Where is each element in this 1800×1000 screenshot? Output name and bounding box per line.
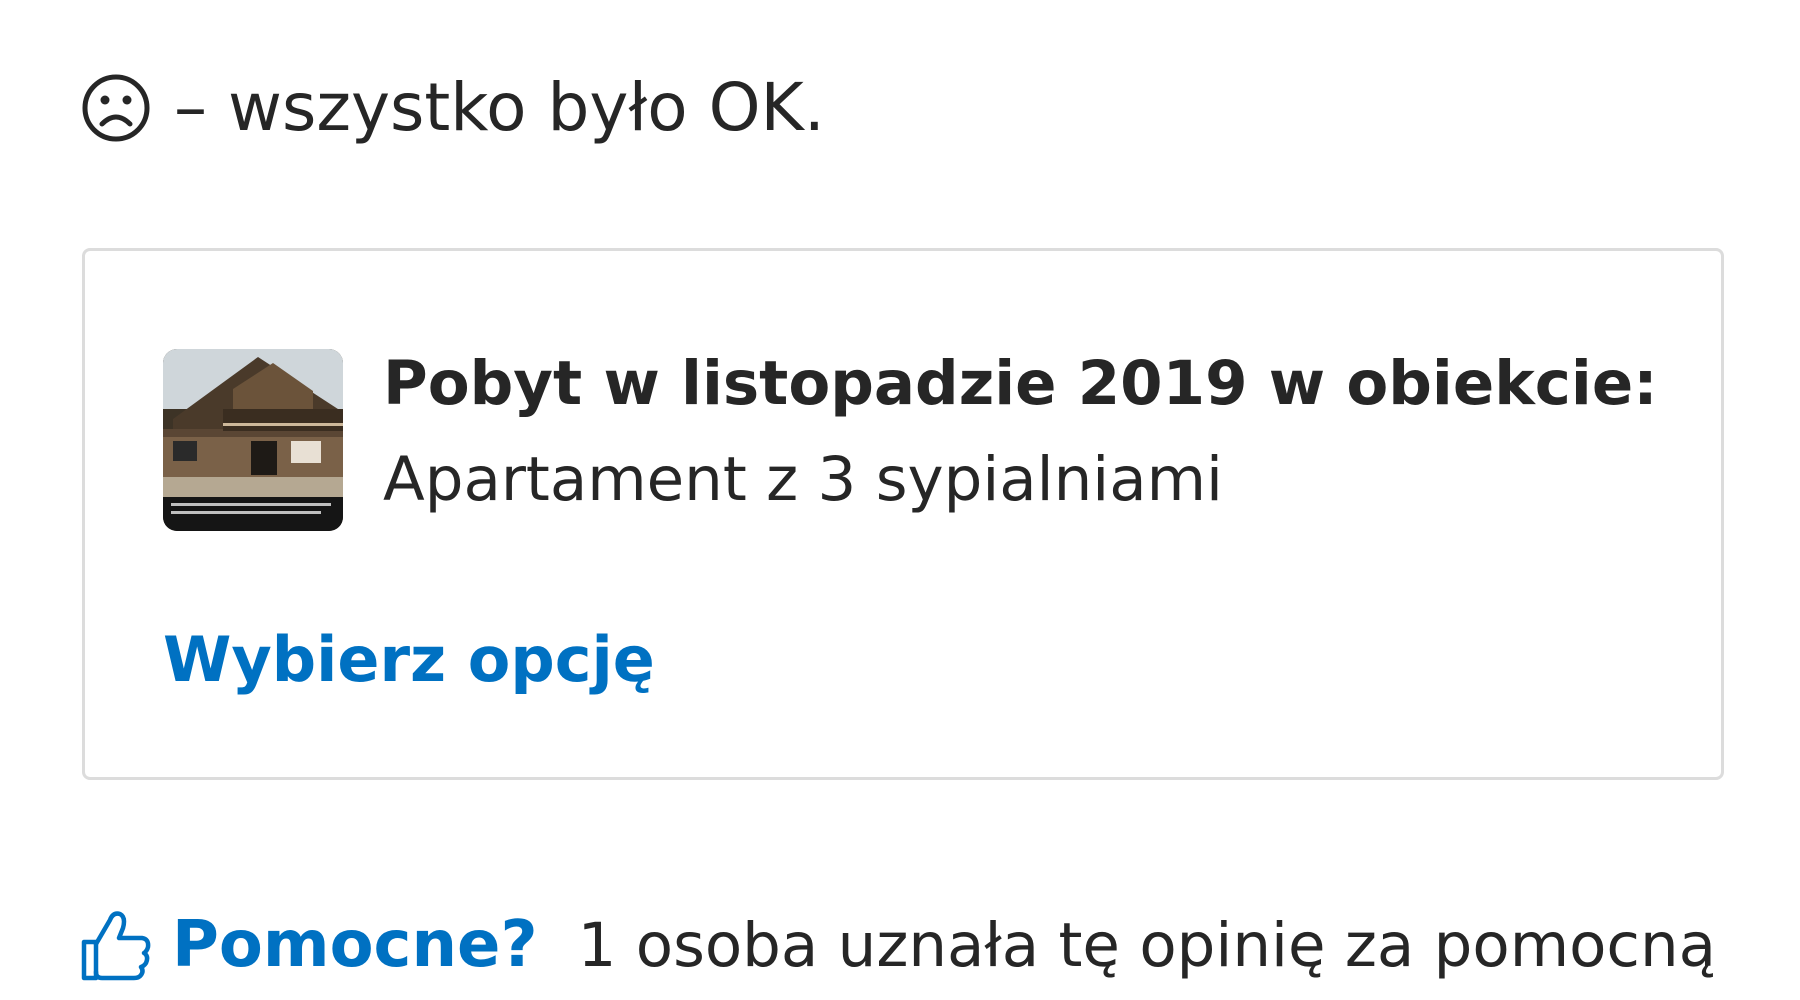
helpful-row: Pomocne? 1 osoba uznała tę opinię za pom… [80,908,1716,982]
room-type: Apartament z 3 sypialniami [383,444,1223,515]
sad-face-icon [80,72,152,144]
review-negative-line: – wszystko było OK. [80,72,825,144]
stay-title: Pobyt w listopadzie 2019 w obiekcie: [383,348,1658,419]
stay-info-card: Pobyt w listopadzie 2019 w obiekcie: Apa… [82,248,1724,780]
property-thumbnail [163,349,343,531]
helpful-count-text: 1 osoba uznała tę opinię za pomocną [577,909,1717,981]
review-negative-text: – wszystko było OK. [174,69,825,146]
thumbs-up-icon [80,908,152,982]
helpful-label: Pomocne? [172,908,538,982]
choose-option-link[interactable]: Wybierz opcję [163,623,655,697]
helpful-button[interactable]: Pomocne? [80,908,538,982]
review-page: – wszystko było OK. Pobyt w listopadzie … [0,0,1800,1000]
